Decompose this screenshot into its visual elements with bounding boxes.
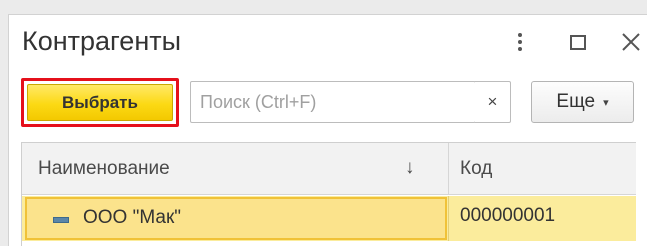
select-button[interactable]: Выбрать: [21, 78, 179, 127]
close-icon[interactable]: [621, 29, 641, 53]
more-vertical-icon[interactable]: [515, 33, 525, 57]
item-icon: [53, 217, 69, 223]
selection-window: Контрагенты Выбрать × Еще ▾ Наименование…: [8, 14, 647, 246]
row-name-text: ООО "Мак": [83, 207, 182, 228]
row-code-text: 000000001: [460, 205, 556, 226]
clear-search-button[interactable]: ×: [475, 81, 511, 123]
contractors-table: Наименование ↓ Код ООО "Мак" 000000001: [21, 142, 636, 246]
column-divider[interactable]: [448, 143, 449, 194]
chevron-down-icon: ▾: [603, 96, 609, 109]
window-title: Контрагенты: [22, 26, 182, 56]
more-button[interactable]: Еще ▾: [531, 81, 634, 123]
column-divider: [448, 196, 449, 241]
search-input[interactable]: [190, 81, 476, 123]
column-header-code[interactable]: Код: [460, 143, 492, 195]
sort-descending-icon[interactable]: ↓: [405, 157, 415, 179]
maximize-icon[interactable]: [570, 35, 586, 50]
table-row[interactable]: ООО "Мак" 000000001: [22, 196, 636, 241]
select-button-label: Выбрать: [27, 84, 173, 121]
table-cell-name[interactable]: ООО "Мак": [25, 197, 447, 240]
column-header-name[interactable]: Наименование: [38, 143, 170, 195]
table-header: Наименование ↓ Код: [22, 143, 636, 195]
more-button-label: Еще: [556, 91, 596, 112]
